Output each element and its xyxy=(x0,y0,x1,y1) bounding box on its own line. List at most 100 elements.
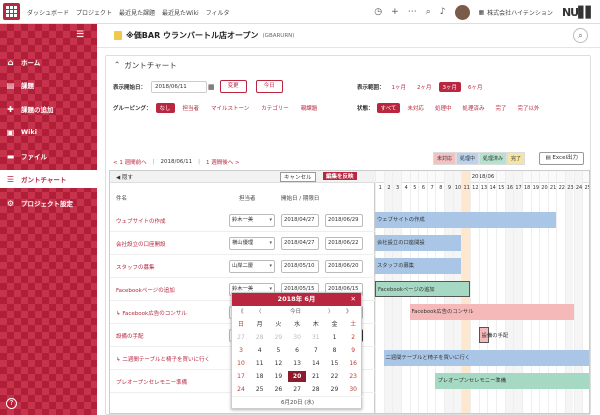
group-parent[interactable]: 親課題 xyxy=(297,103,322,113)
calendar-day[interactable]: 16 xyxy=(344,358,362,369)
calendar-day[interactable]: 27 xyxy=(288,384,306,395)
calendar-day[interactable]: 26 xyxy=(269,384,287,395)
group-none[interactable]: なし xyxy=(155,103,175,113)
nav-projects[interactable]: プロジェクト xyxy=(76,8,112,17)
calendar-day[interactable]: 4 xyxy=(251,345,269,356)
next-month-icon[interactable]: 〉 xyxy=(328,307,334,315)
group-category[interactable]: カテゴリー xyxy=(257,103,293,113)
calendar-day[interactable]: 3 xyxy=(232,345,250,356)
apply-edit-button[interactable]: 編集を反映 xyxy=(323,172,357,180)
today-link[interactable]: 今日 xyxy=(290,307,301,315)
start-date-input[interactable]: 2018/06/11 xyxy=(151,80,208,93)
issue-link[interactable]: ↳ Facebook広告のコンサル xyxy=(116,309,187,317)
status-closed[interactable]: 完了 xyxy=(491,103,510,113)
next-year-icon[interactable]: 》 xyxy=(346,307,352,315)
project-title[interactable]: ※価BAR ウランバートル店オープン xyxy=(126,30,259,41)
nav-recent-issues[interactable]: 最近見た課題 xyxy=(119,8,155,17)
calendar-day[interactable]: 17 xyxy=(232,371,250,382)
company-switcher[interactable]: ▦ 株式会社ハイテンション xyxy=(479,8,553,17)
excel-export-button[interactable]: ▤ Excel出力 xyxy=(539,152,584,165)
calendar-day[interactable]: 7 xyxy=(307,345,325,356)
calendar-day[interactable]: 10 xyxy=(232,358,250,369)
calendar-day[interactable]: 6 xyxy=(288,345,306,356)
status-not-closed[interactable]: 完了以外 xyxy=(513,103,543,113)
gantt-bar[interactable]: 設備の手配 xyxy=(478,327,508,343)
calendar-day[interactable]: 28 xyxy=(251,332,269,343)
gantt-bar[interactable]: プレオープンセレモニー準備 xyxy=(435,373,589,389)
status-in-progress[interactable]: 処理中 xyxy=(431,103,456,113)
range-3m[interactable]: 3ヶ月 xyxy=(438,82,462,92)
prev-week-link[interactable]: < 1 週間前へ xyxy=(113,158,147,166)
calendar-day[interactable]: 5 xyxy=(269,345,287,356)
sidebar-item-wiki[interactable]: ▣ Wiki xyxy=(0,123,97,141)
calendar-day[interactable]: 15 xyxy=(326,358,344,369)
issue-link[interactable]: ↳ 二週間テーブルと椅子を買いに行く xyxy=(116,355,210,363)
today-button[interactable]: 今日 xyxy=(255,80,283,93)
dots-icon[interactable]: ⋯ xyxy=(408,7,417,17)
sidebar-item-settings[interactable]: ⚙ プロジェクト設定 xyxy=(0,194,97,212)
sidebar-item-home[interactable]: ⌂ ホーム xyxy=(0,53,97,71)
assignee-select[interactable]: 鈴木一美 xyxy=(229,214,275,227)
prev-month-icon[interactable]: 〈 xyxy=(256,307,262,315)
gantt-bar[interactable]: スタッフの募集 xyxy=(375,258,462,274)
calendar-day[interactable]: 1 xyxy=(326,332,344,343)
sidebar-collapse-icon[interactable]: ☰ xyxy=(76,30,90,44)
calendar-day[interactable]: 29 xyxy=(269,332,287,343)
close-icon[interactable]: ✕ xyxy=(351,293,356,306)
issue-link[interactable]: プレオープンセレモニー準備 xyxy=(116,378,187,386)
gantt-bar[interactable]: ウェブサイトの作成 xyxy=(375,212,557,228)
calendar-day[interactable]: 2 xyxy=(344,332,362,343)
group-assignee[interactable]: 担当者 xyxy=(179,103,204,113)
calendar-day[interactable]: 29 xyxy=(326,384,344,395)
nav-filter[interactable]: フィルタ xyxy=(206,8,230,17)
sidebar-item-files[interactable]: ▬ ファイル xyxy=(0,147,97,165)
gantt-bar[interactable]: 会社設立の口座開設 xyxy=(375,235,462,251)
issue-link[interactable]: ウェブサイトの作成 xyxy=(116,217,166,225)
calendar-day[interactable]: 24 xyxy=(232,384,250,395)
start-date-input[interactable]: 2018/05/10 xyxy=(281,260,319,273)
search-icon[interactable]: ⌕ xyxy=(426,7,431,17)
calendar-day[interactable]: 20 xyxy=(288,371,307,382)
avatar[interactable] xyxy=(454,4,470,20)
due-date-input[interactable]: 2018/06/22 xyxy=(325,237,363,250)
change-button[interactable]: 変更 xyxy=(219,80,247,93)
calendar-day[interactable]: 30 xyxy=(288,332,306,343)
nav-recent-wiki[interactable]: 最近見たWiki xyxy=(162,8,199,17)
calendar-day[interactable]: 28 xyxy=(307,384,325,395)
calendar-day[interactable]: 14 xyxy=(307,358,325,369)
sidebar-item-add-issue[interactable]: ✚ 課題の追加 xyxy=(0,100,97,118)
project-search-icon[interactable]: ⌕ xyxy=(573,28,588,43)
sidebar-item-gantt[interactable]: ☰ ガントチャート xyxy=(0,170,97,188)
calendar-day[interactable]: 30 xyxy=(344,384,362,395)
gantt-bar[interactable]: Facebookページの追加 xyxy=(375,281,471,297)
issue-link[interactable]: 会社設立の口座開設 xyxy=(116,240,166,248)
sidebar-item-issues[interactable]: ▤ 課題 xyxy=(0,76,97,94)
calendar-day[interactable]: 22 xyxy=(326,371,344,382)
calendar-day[interactable]: 19 xyxy=(269,371,287,382)
gantt-bar[interactable]: 二週間テーブルと椅子を買いに行く xyxy=(383,350,589,366)
range-1m[interactable]: 1ヶ月 xyxy=(388,82,411,92)
calendar-day[interactable]: 12 xyxy=(269,358,287,369)
start-date-input[interactable]: 2018/04/27 xyxy=(281,237,319,250)
plus-icon[interactable]: + xyxy=(391,7,399,17)
nav-dashboard[interactable]: ダッシュボード xyxy=(27,8,69,17)
due-date-input[interactable]: 2018/06/20 xyxy=(325,260,363,273)
calendar-day[interactable]: 25 xyxy=(251,384,269,395)
gantt-bar[interactable]: Facebook広告のコンサル xyxy=(409,304,574,320)
calendar-day[interactable]: 9 xyxy=(344,345,362,356)
calendar-day[interactable]: 27 xyxy=(232,332,250,343)
calendar-day[interactable]: 21 xyxy=(307,371,325,382)
clock-icon[interactable]: ◷ xyxy=(374,7,382,17)
calendar-day[interactable]: 8 xyxy=(326,345,344,356)
assignee-select[interactable]: 山岸二慶 xyxy=(229,260,275,273)
hide-button[interactable]: ◀ 隠す xyxy=(116,173,133,181)
status-all[interactable]: すべて xyxy=(376,103,401,113)
status-resolved[interactable]: 処理済み xyxy=(458,103,488,113)
calendar-day[interactable]: 31 xyxy=(307,332,325,343)
grid-icon[interactable] xyxy=(3,3,20,20)
bell-icon[interactable]: ♪ xyxy=(440,7,446,17)
issue-link[interactable]: スタッフの募集 xyxy=(116,263,155,271)
help-icon[interactable]: ? xyxy=(6,398,17,409)
calendar-day[interactable]: 11 xyxy=(251,358,269,369)
cancel-button[interactable]: キャンセル xyxy=(280,172,316,182)
